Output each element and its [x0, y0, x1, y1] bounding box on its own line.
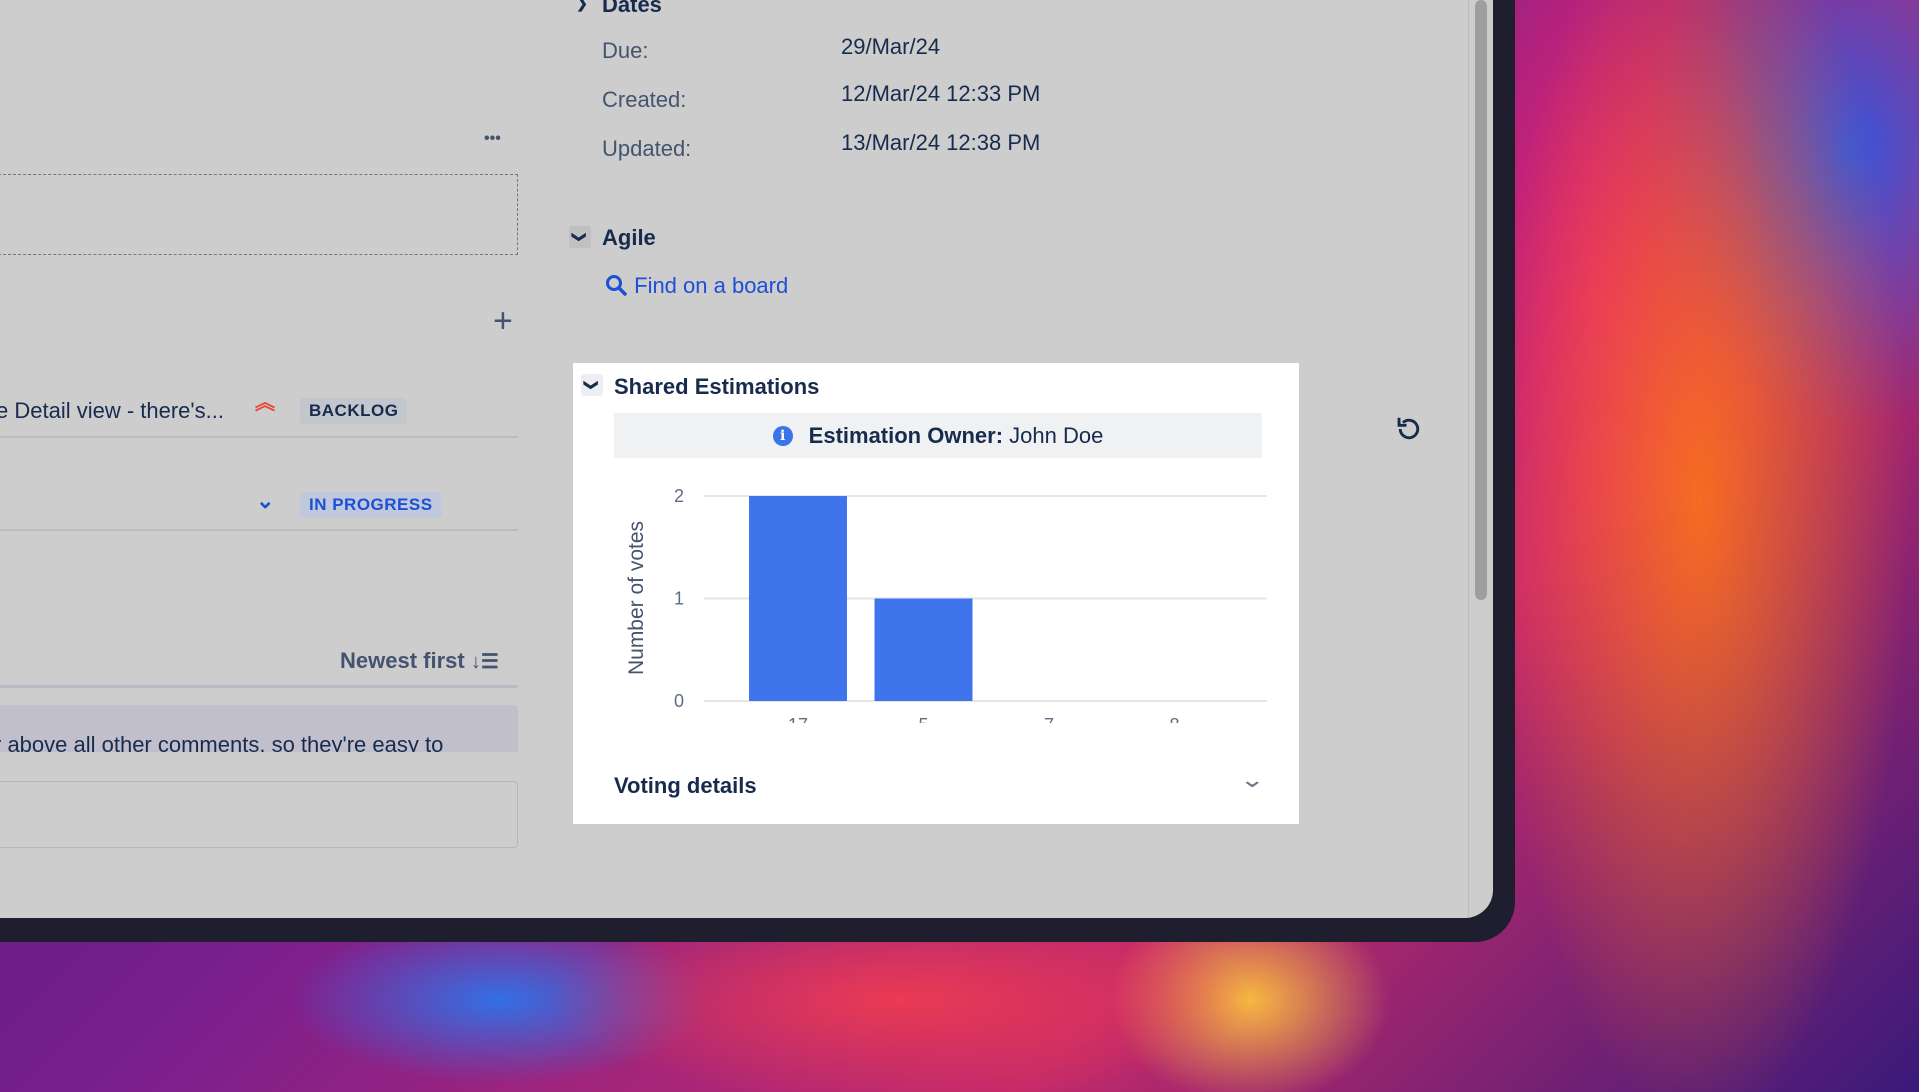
- reset-button[interactable]: [1394, 414, 1424, 449]
- due-value: 29/Mar/24: [841, 34, 941, 59]
- chevron-down-icon[interactable]: ⌄: [1239, 767, 1265, 793]
- chevron-down-icon: ❯: [584, 379, 601, 391]
- column-divider: [1468, 0, 1469, 918]
- priority-low-icon: ⌄: [256, 488, 275, 513]
- shared-estimations-card: ❯ Shared Estimations i Estimation Owner:…: [573, 363, 1299, 824]
- sort-comments-button[interactable]: Newest first ↓☰: [340, 648, 499, 674]
- y-axis-label: Number of votes: [625, 521, 648, 675]
- status-badge[interactable]: IN PROGRESS: [300, 492, 442, 518]
- estimations-heading: Shared Estimations: [614, 374, 820, 399]
- status-badge[interactable]: BACKLOG: [300, 398, 408, 424]
- estimations-toggle[interactable]: ❯: [581, 374, 603, 396]
- due-label: Due:: [602, 38, 649, 63]
- scrollbar[interactable]: [1475, 0, 1487, 600]
- estimation-owner-banner: i Estimation Owner: John Doe: [614, 413, 1262, 458]
- add-comment-input[interactable]: [0, 781, 518, 848]
- agile-heading: Agile: [602, 225, 656, 250]
- issue-title: e Detail view - there's...: [0, 398, 224, 423]
- child-issue-row[interactable]: e Detail view - there's... ︽ BACKLOG: [0, 392, 518, 428]
- child-issue-row[interactable]: ⌄ IN PROGRESS: [0, 488, 518, 520]
- created-label: Created:: [602, 87, 687, 112]
- updated-label: Updated:: [602, 136, 692, 161]
- search-icon: [606, 275, 627, 296]
- y-tick-label: 0: [674, 691, 684, 711]
- y-tick-label: 1: [674, 589, 684, 609]
- y-tick-label: 2: [674, 486, 684, 506]
- updated-value: 13/Mar/24 12:38 PM: [841, 130, 1041, 155]
- add-child-button[interactable]: +: [493, 302, 513, 341]
- divider: [0, 436, 518, 438]
- pinned-comment: r above all other comments, so they're e…: [0, 705, 518, 752]
- comment-text: r above all other comments, so they're e…: [0, 732, 444, 752]
- find-on-board-link[interactable]: Find on a board: [604, 273, 788, 299]
- agile-section-toggle[interactable]: ❯: [569, 226, 591, 248]
- bar: [874, 598, 973, 701]
- info-icon: i: [772, 425, 793, 446]
- divider: [0, 685, 518, 688]
- priority-highest-icon: ︽: [255, 392, 275, 414]
- x-tick-label: 7: [1044, 715, 1054, 723]
- sort-label: Newest first: [340, 648, 465, 673]
- owner-name: John Doe: [1009, 422, 1104, 448]
- owner-label: Estimation Owner:: [808, 422, 1004, 448]
- created-value: 12/Mar/24 12:33 PM: [841, 81, 1041, 106]
- divider: [0, 529, 518, 531]
- voting-details-label[interactable]: Voting details: [614, 773, 757, 799]
- chevron-down-icon: ❯: [572, 231, 589, 243]
- dates-section-toggle[interactable]: ❯: [571, 0, 593, 14]
- more-actions-button[interactable]: •••: [484, 130, 501, 148]
- chevron-down-icon: ❯: [576, 0, 588, 11]
- dates-heading: Dates: [602, 0, 662, 17]
- refresh-icon: [1397, 417, 1420, 440]
- x-tick-label: 8: [1169, 715, 1179, 723]
- find-link-label: Find on a board: [634, 273, 789, 298]
- votes-bar-chart: 0 1 2 17 5 7 8 Number of votes: [625, 486, 1267, 723]
- x-tick-label: 17: [788, 715, 808, 723]
- x-tick-label: 5: [918, 715, 928, 723]
- description-dropzone[interactable]: [0, 174, 518, 255]
- sort-icon: ↓☰: [470, 651, 499, 673]
- bar: [749, 496, 847, 701]
